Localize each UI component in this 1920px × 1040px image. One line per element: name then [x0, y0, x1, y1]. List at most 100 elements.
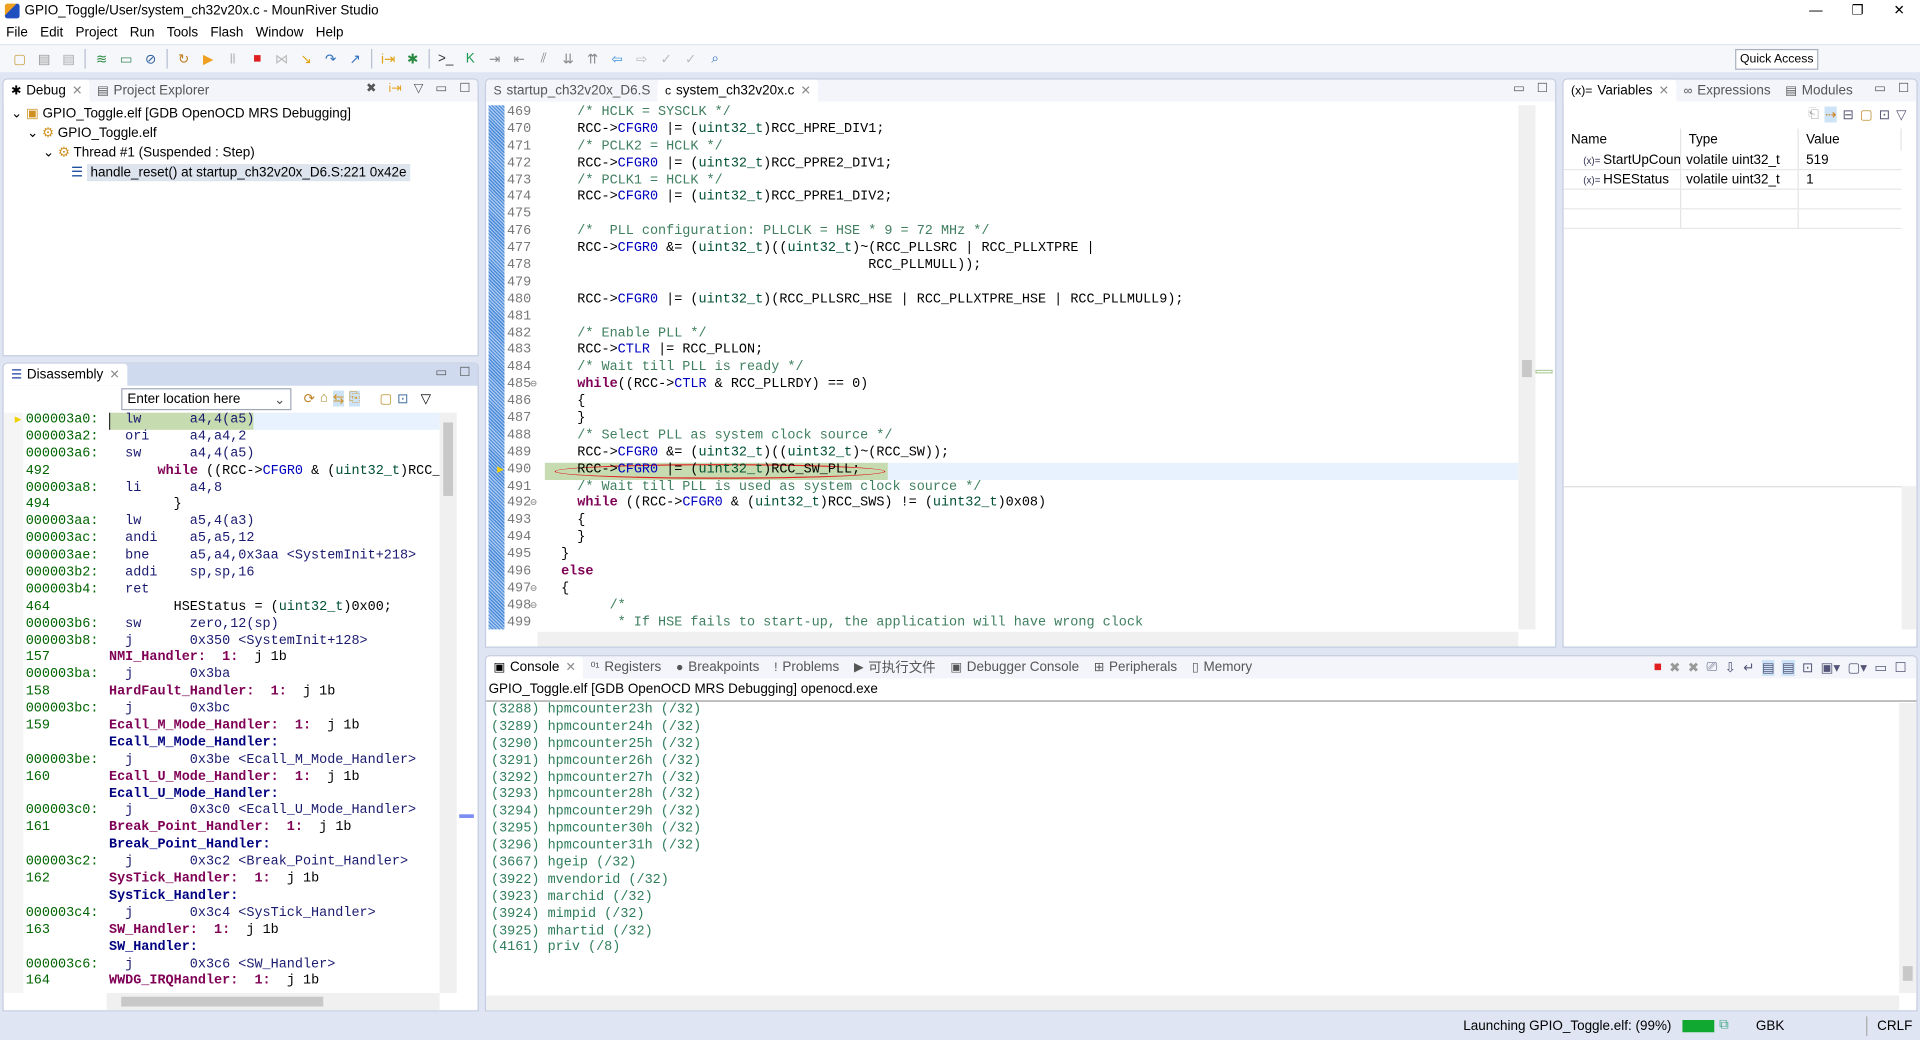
format-icon[interactable]: ⫽: [534, 49, 554, 69]
code-line[interactable]: 481: [486, 309, 1518, 326]
layers-icon[interactable]: ≋: [92, 49, 112, 69]
save-all-icon[interactable]: ▤: [59, 49, 79, 69]
skip-breakpoints-icon[interactable]: ⊘: [141, 49, 161, 69]
code-line[interactable]: 478 RCC_PLLMULL));: [486, 258, 1518, 275]
disassembly-row[interactable]: 464 HSEStatus = (uint32_t)0x00;: [4, 600, 440, 617]
horizontal-scrollbar[interactable]: [106, 993, 440, 1011]
disassembly-row[interactable]: 157 NMI_Handler: 1: j 1b: [4, 651, 440, 668]
close-tab-icon[interactable]: ✕: [1659, 84, 1669, 97]
disassembly-row[interactable]: 000003a6: sw a4,4(a5): [4, 447, 440, 464]
vertical-scrollbar[interactable]: [1518, 105, 1536, 630]
code-line[interactable]: 486 {: [486, 394, 1518, 411]
new-view-icon[interactable]: ▢: [379, 391, 392, 407]
disassembly-row[interactable]: 163 SW_Handler: 1: j 1b: [4, 923, 440, 940]
menu-help[interactable]: Help: [316, 26, 344, 41]
code-line[interactable]: 496 else: [486, 565, 1518, 582]
code-line[interactable]: 497 ⊖ {: [486, 582, 1518, 599]
check-icon[interactable]: ✓: [656, 49, 676, 69]
menu-window[interactable]: Window: [256, 26, 304, 41]
remove-launch-icon[interactable]: ✖: [1669, 660, 1680, 676]
disassembly-row[interactable]: Ecall_M_Mode_Handler:: [4, 736, 440, 753]
code-line[interactable]: 490 ▶ RCC->CFGR0 |= (uint32_t)RCC_SW_PLL;: [486, 462, 1519, 480]
column-header-value[interactable]: Value: [1799, 128, 1902, 151]
code-line[interactable]: 492 ⊖ while ((RCC->CFGR0 & (uint32_t)RCC_…: [486, 497, 1518, 514]
disassembly-row[interactable]: 000003ac: andi a5,a5,12: [4, 532, 440, 549]
close-tab-icon[interactable]: ✕: [109, 368, 119, 381]
tab-peripherals[interactable]: ⊞ Peripherals: [1086, 656, 1184, 678]
maximize-panel-icon[interactable]: ☐: [1537, 82, 1548, 95]
disassembly-row[interactable]: 000003b2: addi sp,sp,16: [4, 566, 440, 583]
chevron-down-icon[interactable]: ⌄: [27, 126, 42, 141]
code-line[interactable]: 489 RCC->CFGR0 &= (uint32_t)((uint32_t)~…: [486, 445, 1518, 462]
variable-value[interactable]: 1: [1799, 170, 1902, 188]
resume-icon[interactable]: ▶: [198, 49, 218, 69]
code-line[interactable]: 484 /* Wait till PLL is ready */: [486, 360, 1518, 377]
tab-memory[interactable]: ▯ Memory: [1184, 656, 1259, 678]
chevron-down-icon[interactable]: ⌄: [274, 391, 285, 407]
uncheck-icon[interactable]: ✓: [681, 49, 701, 69]
tab-variables[interactable]: (x)= Variables ✕: [1563, 79, 1677, 102]
progress-view-icon[interactable]: ⧉: [1719, 1018, 1729, 1034]
download-icon[interactable]: K: [460, 49, 480, 69]
code-line[interactable]: 479: [486, 275, 1518, 292]
restore-button[interactable]: ❐: [1837, 0, 1879, 22]
variable-value[interactable]: [1799, 190, 1902, 208]
tab-project-explorer[interactable]: ▤ Project Explorer: [90, 80, 217, 102]
disassembly-row[interactable]: 000003b8: j 0x350 <SystemInit+128>: [4, 634, 440, 651]
code-line[interactable]: 472 RCC->CFGR0 |= (uint32_t)RCC_PPRE2_DI…: [486, 156, 1518, 173]
code-line[interactable]: 494 }: [486, 531, 1518, 548]
align2-icon[interactable]: ⇤: [509, 49, 529, 69]
align-icon[interactable]: ⇥: [485, 49, 505, 69]
disassembly-row[interactable]: 000003a2: ori a4,a4,2: [4, 430, 440, 447]
menu-tools[interactable]: Tools: [167, 26, 198, 41]
restart-icon[interactable]: ↻: [174, 49, 194, 69]
show-on-error-icon[interactable]: ▤: [1781, 660, 1795, 676]
disassembly-row[interactable]: 164 WWDG_IRQHandler: 1: j 1b: [4, 974, 440, 991]
code-line[interactable]: 477 RCC->CFGR0 &= (uint32_t)((uint32_t)~…: [486, 241, 1518, 258]
horizontal-scrollbar[interactable]: [486, 995, 1900, 1011]
disconnect-icon[interactable]: ⋈: [272, 49, 292, 69]
new-view-icon[interactable]: ▢: [1860, 107, 1873, 123]
tab-debug[interactable]: ✱ Debug ✕: [3, 79, 90, 102]
disassembly-row[interactable]: 000003a8: li a4,8: [4, 481, 440, 498]
pin-console-icon[interactable]: ⊡: [1802, 660, 1813, 676]
show-source-icon[interactable]: ⎘: [349, 390, 360, 407]
column-header-name[interactable]: Name: [1564, 128, 1682, 151]
save-icon[interactable]: ▤: [34, 49, 54, 69]
menu-edit[interactable]: Edit: [40, 26, 63, 41]
debug-icon[interactable]: ✱: [403, 49, 423, 69]
instruction-step-icon[interactable]: i⇥: [388, 82, 401, 95]
variable-value[interactable]: 519: [1799, 151, 1902, 169]
scroll-lock-icon[interactable]: ⇩: [1725, 660, 1736, 676]
minimize-button[interactable]: —: [1795, 0, 1837, 22]
tab-startup-ch32v20x-d6-s[interactable]: Sstartup_ch32v20x_D6.S: [486, 80, 658, 102]
code-line[interactable]: 476 /* PLL configuration: PLLCLK = HSE *…: [486, 224, 1518, 241]
minimize-panel-icon[interactable]: ▭: [1513, 82, 1525, 95]
code-line[interactable]: 485 ⊖ while((RCC->CTLR & RCC_PLLRDY) == 0…: [486, 377, 1518, 394]
code-line[interactable]: 482 /* Enable PLL */: [486, 326, 1518, 343]
tab-expressions[interactable]: ∞ Expressions: [1676, 80, 1778, 102]
maximize-panel-icon[interactable]: ☐: [459, 82, 470, 95]
disassembly-row[interactable]: 000003b4: ret: [4, 583, 440, 600]
minimize-panel-icon[interactable]: ▭: [1874, 660, 1887, 676]
close-button[interactable]: ✕: [1878, 0, 1920, 22]
maximize-panel-icon[interactable]: ☐: [459, 366, 470, 379]
location-input[interactable]: Enter location here ⌄: [121, 388, 292, 411]
step-return-icon[interactable]: ↗: [345, 49, 365, 69]
tab--[interactable]: ▶ 可执行文件: [847, 656, 943, 678]
code-line[interactable]: 488 /* Select PLL as system clock source…: [486, 428, 1518, 445]
disassembly-row[interactable]: 160 Ecall_U_Mode_Handler: 1: j 1b: [4, 770, 440, 787]
tab-modules[interactable]: ▤ Modules: [1778, 80, 1860, 102]
code-line[interactable]: 498 ⊖ /*: [486, 599, 1518, 616]
clear-console-icon[interactable]: ⎚: [1706, 660, 1717, 676]
tree-item[interactable]: ⌄ ▣ GPIO_Toggle.elf [GDB OpenOCD MRS Deb…: [11, 104, 478, 124]
disassembly-row[interactable]: 000003bc: j 0x3bc: [4, 702, 440, 719]
disassembly-row[interactable]: 158 HardFault_Handler: 1: j 1b: [4, 685, 440, 702]
tab-registers[interactable]: ⁰¹ Registers: [583, 656, 668, 678]
step-into-icon[interactable]: ↘: [296, 49, 316, 69]
fold-icon[interactable]: ⊖: [530, 582, 537, 599]
disassembly-row[interactable]: 000003be: j 0x3be <Ecall_M_Mode_Handler>: [4, 753, 440, 770]
code-line[interactable]: 470 RCC->CFGR0 |= (uint32_t)RCC_HPRE_DIV…: [486, 122, 1518, 139]
close-tab-icon[interactable]: ✕: [72, 84, 82, 97]
disassembly-row[interactable]: 000003c0: j 0x3c0 <Ecall_U_Mode_Handler>: [4, 804, 440, 821]
